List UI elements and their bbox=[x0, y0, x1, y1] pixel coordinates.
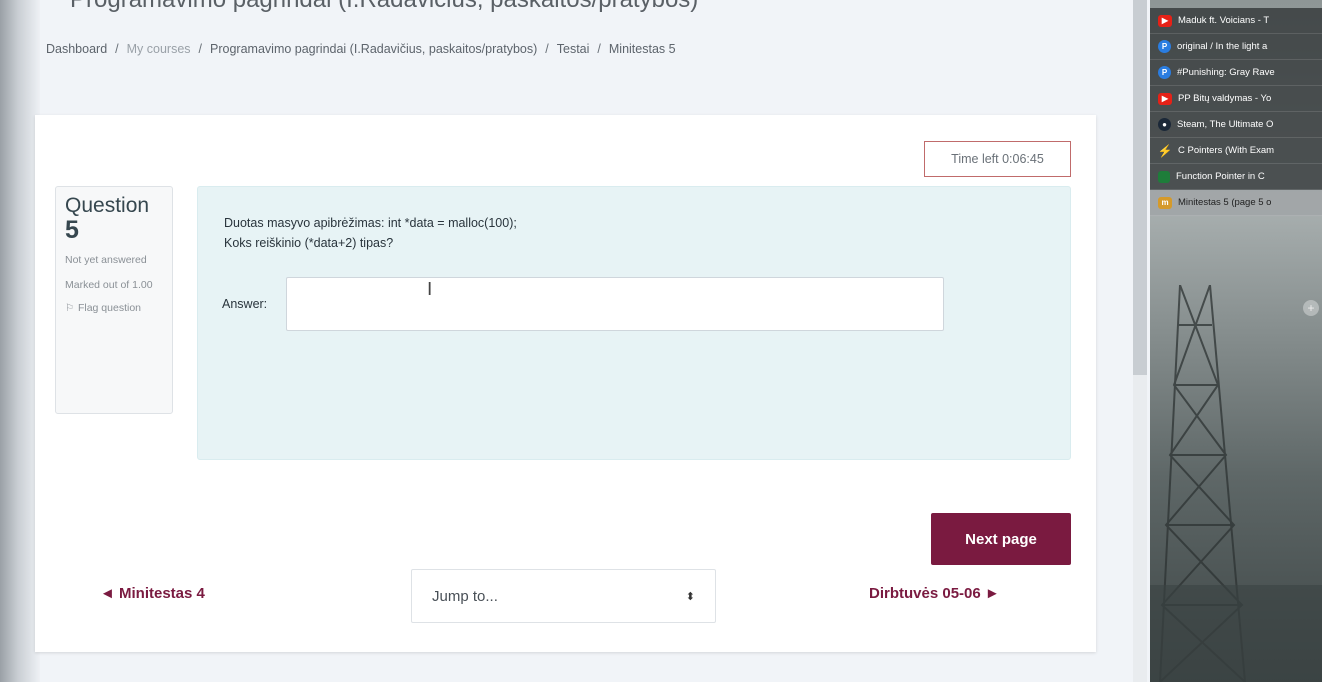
browser-tab[interactable]: ⚡ C Pointers (With Exam bbox=[1150, 138, 1322, 164]
breadcrumb-separator: / bbox=[597, 42, 601, 56]
tab-title: original / In the light a bbox=[1177, 41, 1268, 52]
answer-label: Answer: bbox=[222, 297, 268, 311]
breadcrumb-separator: / bbox=[198, 42, 203, 56]
answer-input[interactable] bbox=[286, 277, 944, 331]
question-text-line: Koks reiškinio (*data+2) tipas? bbox=[224, 236, 394, 250]
breadcrumb-dashboard[interactable]: Dashboard bbox=[46, 42, 107, 56]
steam-icon: ● bbox=[1158, 118, 1171, 131]
question-text-line: Duotas masyvo apibrėžimas: int *data = m… bbox=[224, 216, 517, 230]
browser-tab[interactable]: P original / In the light a bbox=[1150, 34, 1322, 60]
pandora-icon: P bbox=[1158, 40, 1171, 53]
tab-title: PP Bitų valdymas - Yo bbox=[1178, 93, 1272, 104]
browser-tab[interactable]: ● Steam, The Ultimate O bbox=[1150, 112, 1322, 138]
time-left-timer: Time left 0:06:45 bbox=[924, 141, 1071, 177]
pandora-icon: P bbox=[1158, 66, 1171, 79]
breadcrumb-course[interactable]: Programavimo pagrindai (I.Radavičius, pa… bbox=[210, 42, 537, 56]
tab-title: Maduk ft. Voicians - T bbox=[1178, 15, 1270, 26]
youtube-icon: ▶ bbox=[1158, 92, 1172, 105]
tab-title: Steam, The Ultimate O bbox=[1177, 119, 1274, 130]
tab-title: C Pointers (With Exam bbox=[1178, 145, 1275, 156]
browser-tab[interactable]: ▶ Maduk ft. Voicians - T bbox=[1150, 8, 1322, 34]
browser-tab[interactable]: P #Punishing: Gray Rave bbox=[1150, 60, 1322, 86]
jump-to-select[interactable]: Jump to... ⬍ bbox=[411, 569, 716, 623]
previous-activity-link[interactable]: ◄ Minitestas 4 bbox=[100, 585, 205, 602]
question-status: Not yet answered bbox=[65, 254, 147, 266]
new-tab-plus-icon[interactable]: + bbox=[1303, 300, 1319, 316]
flag-icon: ⚐ bbox=[65, 303, 74, 314]
c-pointers-icon: ⚡ bbox=[1157, 143, 1173, 158]
jump-to-value: Jump to... bbox=[432, 587, 498, 605]
browser-tab[interactable]: Function Pointer in C bbox=[1150, 164, 1322, 190]
next-activity-link[interactable]: Dirbtuvės 05-06 ► bbox=[869, 585, 1000, 602]
breadcrumb-my-courses[interactable]: My courses bbox=[127, 42, 191, 56]
page-title: Programavimo pagrindai (I.Radavičius, pa… bbox=[70, 0, 698, 14]
tab-title: Function Pointer in C bbox=[1176, 171, 1265, 182]
question-formulation: Duotas masyvo apibrėžimas: int *data = m… bbox=[197, 186, 1071, 460]
breadcrumb: Dashboard / My courses / Programavimo pagrin… bbox=[46, 42, 676, 56]
breadcrumb-minitestas[interactable]: Minitestas 5 bbox=[609, 42, 676, 56]
question-marks: Marked out of 1.00 bbox=[65, 279, 153, 291]
browser-tab-active[interactable]: m Minitestas 5 (page 5 o bbox=[1150, 190, 1322, 216]
browser-tab-panel: ▶ Maduk ft. Voicians - T P original / In… bbox=[1150, 0, 1322, 682]
moodle-icon: m bbox=[1158, 196, 1172, 209]
browser-tab-list: ▶ Maduk ft. Voicians - T P original / In… bbox=[1150, 8, 1322, 216]
scrollbar-thumb[interactable] bbox=[1133, 0, 1147, 375]
window-edge-shadow bbox=[0, 0, 40, 682]
question-number: 5 bbox=[65, 216, 79, 244]
youtube-icon: ▶ bbox=[1158, 14, 1172, 27]
question-text: Duotas masyvo apibrėžimas: int *data = m… bbox=[224, 213, 517, 253]
next-page-button[interactable]: Next page bbox=[931, 513, 1071, 565]
function-pointer-icon bbox=[1158, 170, 1170, 183]
breadcrumb-separator: / bbox=[545, 42, 549, 56]
tab-title: #Punishing: Gray Rave bbox=[1177, 67, 1275, 78]
browser-tab[interactable]: ▶ PP Bitų valdymas - Yo bbox=[1150, 86, 1322, 112]
question-label: Question bbox=[65, 194, 150, 217]
flag-question-label: Flag question bbox=[77, 302, 142, 314]
flag-question-link[interactable]: ⚐ Flag question bbox=[65, 301, 163, 316]
text-cursor-icon: I bbox=[427, 279, 433, 300]
question-info-panel: Question 5 Not yet answered Marked out o… bbox=[55, 186, 173, 414]
breadcrumb-separator: / bbox=[115, 42, 119, 56]
eiffel-tower-wallpaper bbox=[1150, 285, 1322, 682]
select-chevron-icon: ⬍ bbox=[685, 590, 695, 603]
breadcrumb-testai[interactable]: Testai bbox=[557, 42, 590, 56]
tab-title: Minitestas 5 (page 5 o bbox=[1178, 197, 1272, 208]
